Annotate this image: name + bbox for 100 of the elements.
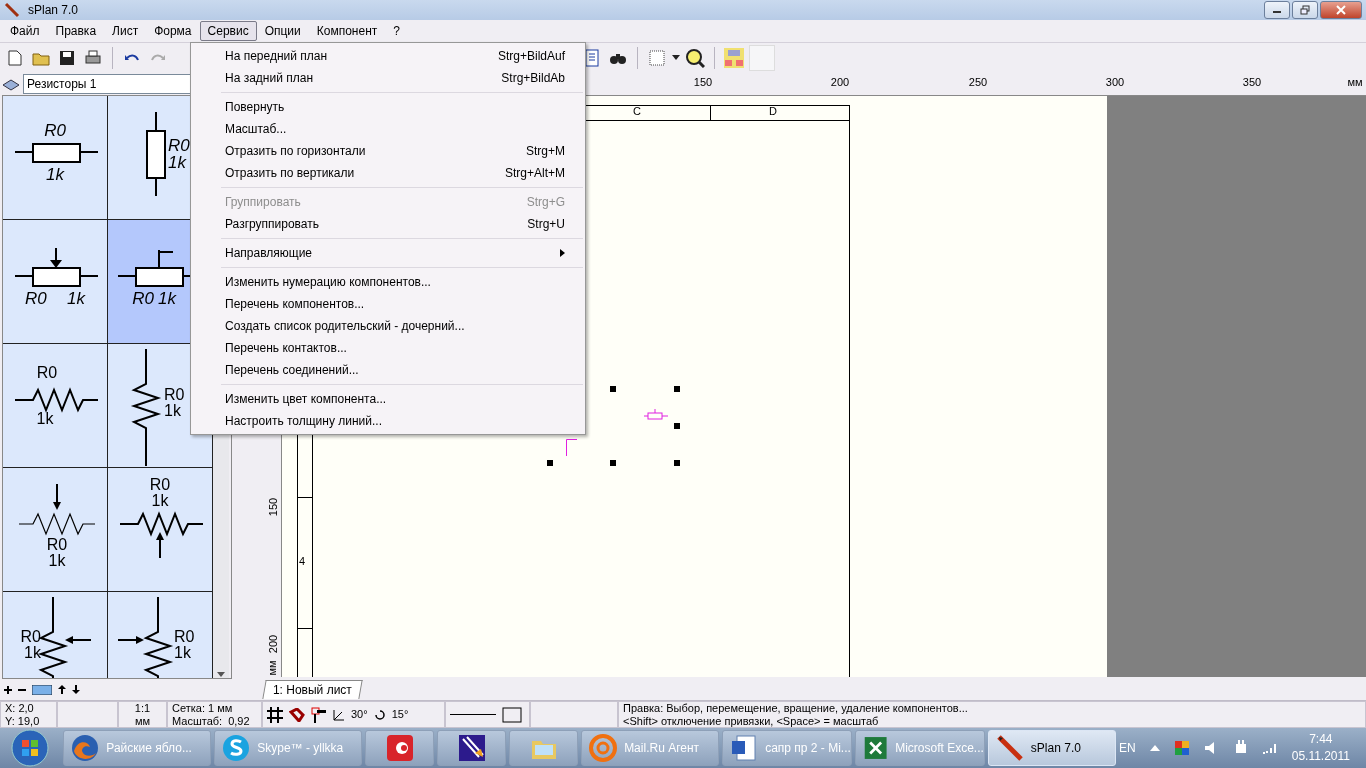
selection-handle[interactable] [547,460,553,466]
part-label: R0 [174,628,195,645]
ruler-label: 200 [830,76,850,88]
grid-icon [267,706,283,723]
part-label: R0 [36,364,58,381]
line-style-panel[interactable] [445,701,530,728]
close-button[interactable] [1320,1,1362,19]
restore-button[interactable] [1292,1,1318,19]
angle-icon [333,708,345,721]
rotate-icon [373,708,386,721]
zoom-label: Масштаб: [172,714,223,728]
layers-button[interactable] [723,46,745,69]
zoom-button[interactable] [684,46,706,69]
part-label: 1k [168,153,186,172]
new-file-icon [8,49,22,66]
part-label: R0 [168,136,190,155]
selection-handle[interactable] [674,386,680,392]
row-header: 4 [298,555,306,567]
selection-handle[interactable] [610,460,616,466]
menu-item[interactable]: Компонент [308,21,386,41]
ruler-unit: мм [265,660,278,676]
part-label: R0 [44,121,66,140]
column-header: C [633,105,641,117]
taskbar-button[interactable] [365,730,435,766]
menu-option[interactable]: На передний план Strg+BildAuf [193,45,583,67]
close-icon [1336,5,1346,15]
layers-icon [724,47,744,68]
selection-handle[interactable] [674,423,680,429]
component-tile[interactable]: R0 1k [3,96,108,220]
start-button[interactable] [8,729,52,767]
down-arrow-icon [217,672,225,678]
component-tile[interactable]: R0 1k [108,592,213,678]
window-title: sPlan 7.0 [28,3,79,17]
ruler-label: 350 [1242,76,1262,88]
part-label: 1k [151,492,169,509]
pen-document-icon [456,733,487,763]
wire-drawing [566,439,577,456]
clock-date: 05.11.2011 [1291,748,1350,765]
y-coordinate: Y: 19,0 [5,714,40,728]
text-label-icon [32,684,52,695]
printer-icon [84,48,102,67]
menu-item[interactable]: Форма [146,21,200,41]
menu-item[interactable]: ? [385,21,408,41]
caret-icon [672,54,680,61]
taskbar-button[interactable] [437,730,507,766]
part-label: 1k [48,552,66,569]
zoom-value: 0,92 [228,714,250,728]
minimize-button[interactable] [1264,1,1290,19]
fox-globe-icon [70,733,101,763]
part-label: 1k [36,410,54,427]
ruler-unit: мм [1347,76,1363,88]
submenu-arrow-icon [560,249,565,257]
selection-handle[interactable] [610,386,616,392]
part-label: R0 [132,289,154,308]
magnet-icon [289,707,305,722]
snap-icon [311,706,327,723]
menu-item[interactable]: Файл [2,21,48,41]
windows-logo-icon [10,729,49,767]
menu-item[interactable]: Сервис [199,21,257,41]
pencil-icon [994,733,1025,763]
component-tile[interactable]: R0 1k [3,344,108,468]
status-message: <Shift> отключение привязки, <Space> = масштаб [623,714,879,728]
part-label: R0 [46,536,68,553]
plus-icon [4,685,12,694]
selection-handle[interactable] [674,460,680,466]
taskbar-button[interactable]: sPlan 7.0 [987,730,1117,766]
clock-time: 7:44 [1309,731,1333,748]
sheet-tab[interactable]: 1: Новый лист [262,680,363,699]
scale-ratio: 1:1 [134,701,151,715]
rectangle-icon [502,706,522,723]
component-tile[interactable]: R0 1k [3,468,108,592]
signal-bars-icon [1261,742,1278,754]
power-plug-icon [1233,740,1248,756]
component-tile[interactable]: R0 1k [3,592,108,678]
part-label: 1k [67,289,85,308]
ruler-label: 150 [267,497,280,517]
restore-icon [1300,5,1310,15]
down-arrow-icon [72,685,80,694]
up-arrow-icon [58,685,66,694]
grid-size: Сетка: 1 мм [172,701,233,715]
part-label: 1k [46,165,64,184]
component-tile[interactable]: R0 1k [3,220,108,344]
ruler-label: 200 [267,634,280,654]
angle-value: 30° [351,708,368,721]
up-arrow-icon [1149,745,1160,751]
column-header: D [769,105,777,117]
menu-item[interactable]: Опции [256,21,309,41]
part-label: R0 [164,386,185,403]
part-label: R0 [20,628,41,645]
part-label: 1k [24,644,41,661]
part-label: R0 [25,289,47,308]
menu-item[interactable]: Лист [104,21,147,41]
part-label: 1k [158,289,176,308]
line-style-icon [450,713,496,716]
status-message: Правка: Выбор, перемещение, вращение, удаление компонентов... [623,701,968,715]
pencil-icon [4,2,20,18]
component-tile[interactable]: R0 1k [108,468,213,592]
x-coordinate: X: 2,0 [5,701,34,715]
shield-icon [1173,740,1190,756]
menu-item[interactable]: Правка [47,21,105,41]
